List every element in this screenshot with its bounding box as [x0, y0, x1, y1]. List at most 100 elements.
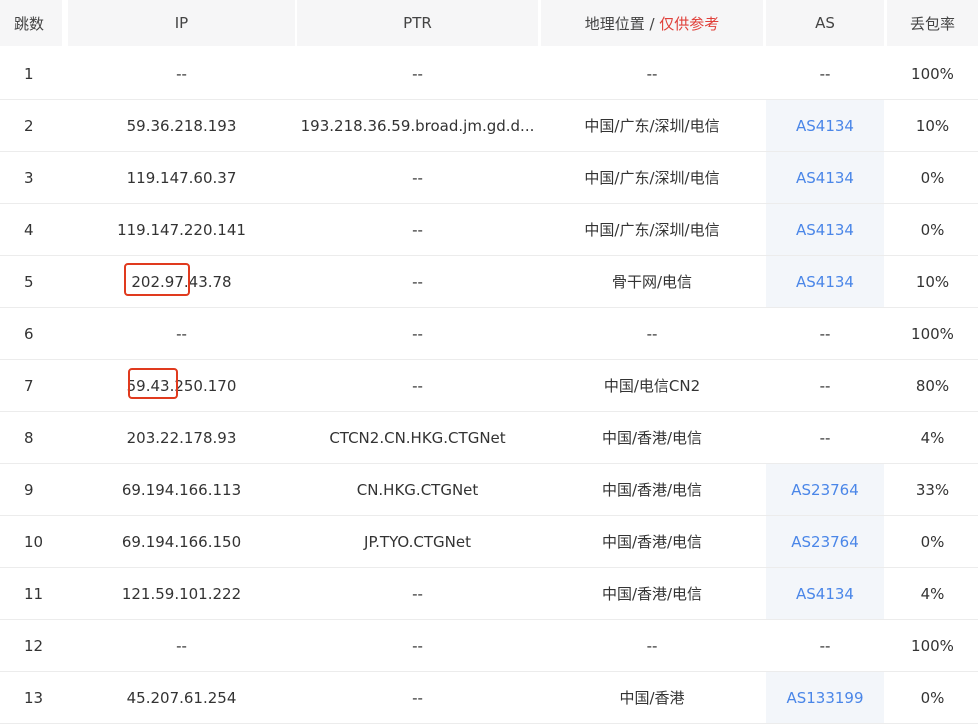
table-row: 6 -- -- -- -- 100% [0, 308, 978, 360]
loss-cell: 4% [920, 584, 945, 603]
ip-cell: -- [176, 636, 187, 655]
table-header: 跳数 IP PTR 地理位置 / 仅供参考 AS 丢包率 [0, 0, 978, 48]
table-row: 7 59.43.250.170 -- 中国/电信CN2 -- 80% [0, 360, 978, 412]
ip-cell: 69.194.166.113 [121, 480, 242, 499]
table-row: 3 119.147.60.37 -- 中国/广东/深圳/电信 AS4134 0% [0, 152, 978, 204]
loss-cell: 10% [915, 272, 950, 291]
as-link[interactable]: AS4134 [796, 585, 854, 603]
ip-cell: 59.43.250.170 [126, 376, 237, 395]
table-row: 9 69.194.166.113 CN.HKG.CTGNet 中国/香港/电信 AS23… [0, 464, 978, 516]
ip-cell: 59.36.218.193 [126, 116, 237, 135]
loss-cell: 0% [920, 532, 945, 551]
header-loss: 丢包率 [887, 0, 978, 46]
geo-cell: 中国/广东/深圳/电信 [584, 117, 720, 135]
as-cell: AS4134 [766, 152, 884, 203]
ptr-cell: JP.TYO.CTGNet [364, 532, 471, 551]
ptr-cell: -- [412, 220, 423, 239]
hop-cell: 11 [24, 584, 44, 603]
geo-cell: -- [646, 324, 658, 343]
table-row: 5 202.97.43.78 -- 骨干网/电信 AS4134 10% [0, 256, 978, 308]
ip-cell: 119.147.220.141 [117, 220, 246, 239]
hop-cell: 7 [24, 376, 34, 395]
as-link[interactable]: AS4134 [796, 273, 854, 291]
geo-cell: 中国/香港/电信 [601, 585, 703, 603]
ip-cell: -- [176, 64, 187, 83]
ip-cell: 45.207.61.254 [126, 688, 237, 707]
header-geo: 地理位置 / 仅供参考 [541, 0, 763, 46]
table-row: 8 203.22.178.93 CTCN2.CN.HKG.CTGNet 中国/香港/电… [0, 412, 978, 464]
ptr-cell: -- [412, 64, 423, 83]
ptr-cell: -- [412, 376, 423, 395]
as-cell: AS4134 [766, 256, 884, 307]
header-as: AS [766, 0, 884, 46]
as-cell: AS4134 [766, 568, 884, 619]
loss-cell: 33% [915, 480, 950, 499]
as-cell: AS4134 [766, 204, 884, 255]
header-hop: 跳数 [0, 0, 62, 46]
as-cell: AS133199 [766, 672, 884, 723]
geo-cell: 中国/香港 [619, 689, 685, 707]
hop-cell: 4 [24, 220, 34, 239]
header-ptr: PTR [297, 0, 538, 46]
as-link[interactable]: AS4134 [796, 117, 854, 135]
geo-cell: 中国/香港/电信 [601, 533, 703, 551]
loss-cell: 80% [915, 376, 950, 395]
as-link[interactable]: AS4134 [796, 221, 854, 239]
loss-cell: 4% [920, 428, 945, 447]
loss-cell: 0% [920, 220, 945, 239]
geo-cell: -- [646, 64, 658, 83]
as-link[interactable]: AS4134 [796, 169, 854, 187]
table-body: 1 -- -- -- -- 100% 2 59.36.218.193 193.218.36.59… [0, 48, 978, 724]
loss-cell: 0% [920, 168, 945, 187]
hop-cell: 1 [24, 64, 34, 83]
hop-cell: 2 [24, 116, 34, 135]
geo-cell: 中国/广东/深圳/电信 [584, 169, 720, 187]
loss-cell: 10% [915, 116, 950, 135]
loss-cell: 100% [911, 636, 954, 655]
as-cell: -- [819, 324, 831, 343]
header-ip: IP [68, 0, 295, 46]
hop-cell: 9 [24, 480, 34, 499]
ptr-cell: 193.218.36.59.broad.jm.gd.d... [300, 116, 535, 135]
hop-cell: 3 [24, 168, 34, 187]
geo-cell: -- [646, 636, 658, 655]
hop-cell: 10 [24, 532, 44, 551]
ptr-cell: -- [412, 272, 423, 291]
header-geo-note: 仅供参考 [659, 14, 720, 33]
ptr-cell: -- [412, 168, 423, 187]
as-link[interactable]: AS23764 [791, 533, 859, 551]
table-row: 10 69.194.166.150 JP.TYO.CTGNet 中国/香港/电信 AS2… [0, 516, 978, 568]
as-link[interactable]: AS133199 [786, 689, 863, 707]
ip-cell: 202.97.43.78 [131, 272, 232, 291]
ptr-cell: -- [412, 324, 423, 343]
as-cell: -- [819, 376, 831, 395]
ip-cell: -- [176, 324, 187, 343]
ptr-cell: CN.HKG.CTGNet [356, 480, 479, 499]
table-row: 1 -- -- -- -- 100% [0, 48, 978, 100]
hop-cell: 8 [24, 428, 34, 447]
hop-cell: 5 [24, 272, 34, 291]
ip-cell: 119.147.60.37 [126, 168, 237, 187]
hop-cell: 6 [24, 324, 34, 343]
as-cell: -- [819, 64, 831, 83]
as-cell: -- [819, 636, 831, 655]
ip-cell: 121.59.101.222 [121, 584, 242, 603]
hop-cell: 13 [24, 688, 44, 707]
geo-cell: 中国/香港/电信 [601, 429, 703, 447]
loss-cell: 100% [911, 64, 954, 83]
table-row: 13 45.207.61.254 -- 中国/香港 AS133199 0% [0, 672, 978, 724]
as-cell: AS23764 [766, 464, 884, 515]
traceroute-table: 跳数 IP PTR 地理位置 / 仅供参考 AS 丢包率 1 -- -- -- -- 10… [0, 0, 978, 724]
as-cell: AS4134 [766, 100, 884, 151]
ip-cell: 203.22.178.93 [126, 428, 237, 447]
geo-cell: 中国/电信CN2 [603, 377, 701, 395]
ip-cell: 69.194.166.150 [121, 532, 242, 551]
as-cell: AS23764 [766, 516, 884, 567]
as-cell: -- [819, 428, 831, 447]
table-row: 12 -- -- -- -- 100% [0, 620, 978, 672]
table-row: 4 119.147.220.141 -- 中国/广东/深圳/电信 AS4134 0% [0, 204, 978, 256]
as-link[interactable]: AS23764 [791, 481, 859, 499]
header-geo-label: 地理位置 / [584, 14, 660, 33]
ptr-cell: CTCN2.CN.HKG.CTGNet [329, 428, 506, 447]
ptr-cell: -- [412, 584, 423, 603]
